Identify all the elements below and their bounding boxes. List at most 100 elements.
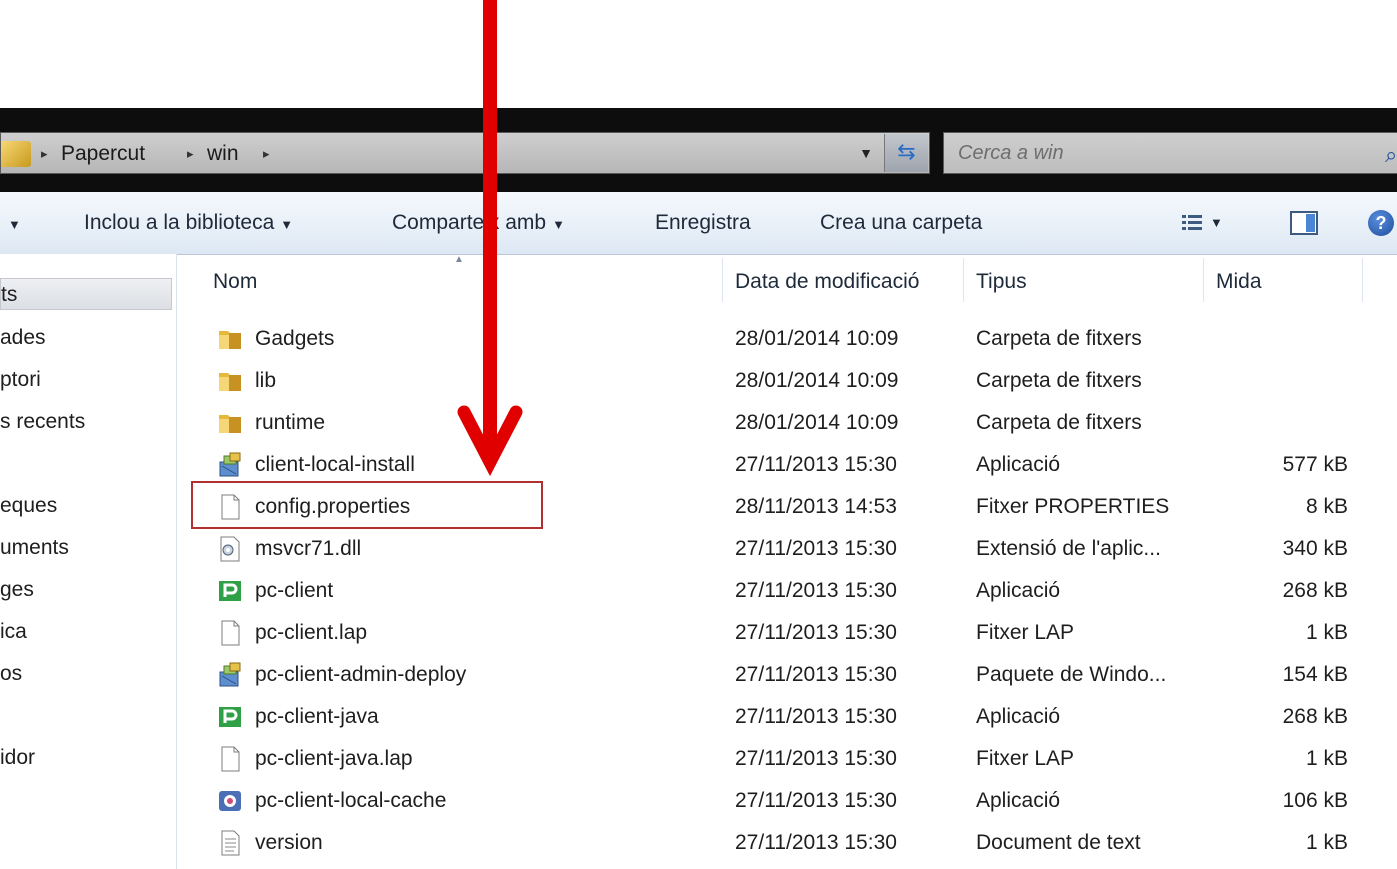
column-divider[interactable] (963, 258, 964, 302)
file-date: 27/11/2013 15:30 (735, 789, 897, 812)
file-size: 8 kB (1305, 495, 1348, 518)
papercut-app-icon (217, 578, 243, 604)
table-row[interactable]: pc-client-java 27/11/2013 15:30 Aplicació 2… (180, 696, 1380, 738)
text-file-icon (217, 830, 243, 856)
column-divider[interactable] (1203, 258, 1204, 302)
new-folder-button[interactable]: Crea una carpeta (820, 192, 982, 254)
file-type: Paquete de Windo... (976, 663, 1167, 686)
address-bar[interactable]: ▸ Papercut ▸ win ▸ (0, 132, 930, 174)
table-row[interactable]: runtime 28/01/2014 10:09 Carpeta de fitxer… (180, 402, 1380, 444)
file-name: Gadgets (255, 327, 335, 350)
file-name: version (255, 831, 323, 854)
nav-item-favorites[interactable]: ts (0, 278, 172, 310)
nav-item-computer[interactable]: idor (0, 742, 172, 774)
file-date: 27/11/2013 15:30 (735, 621, 897, 644)
file-name: pc-client-java (255, 705, 379, 728)
column-header-type[interactable]: Tipus (976, 262, 1027, 302)
cache-app-icon (217, 788, 243, 814)
view-options-dropdown[interactable]: ▼ (1210, 192, 1223, 254)
file-size: 340 kB (1282, 537, 1348, 560)
include-in-library-label: Inclou a la biblioteca (84, 211, 275, 234)
folder-icon (1, 141, 31, 167)
table-row[interactable]: pc-client.lap 27/11/2013 15:30 Fitxer LAP 1… (180, 612, 1380, 654)
table-row[interactable]: version 27/11/2013 15:30 Document de text 1… (180, 822, 1380, 864)
file-name: msvcr71.dll (255, 537, 362, 560)
column-header-date[interactable]: Data de modificació (735, 262, 919, 302)
chevron-down-icon: ▼ (8, 217, 21, 232)
search-placeholder: Cerca a win (958, 142, 1064, 164)
breadcrumb-win[interactable]: win (207, 133, 239, 175)
table-row[interactable]: Gadgets 28/01/2014 10:09 Carpeta de fitxer… (180, 318, 1380, 360)
folder-icon (217, 326, 243, 352)
nav-item-recent-places[interactable]: s recents (0, 406, 172, 438)
papercut-app-icon (217, 704, 243, 730)
file-type: Carpeta de fitxers (976, 327, 1142, 350)
file-date: 27/11/2013 15:30 (735, 831, 897, 854)
breadcrumb-separator[interactable]: ▸ (41, 133, 48, 175)
file-type: Aplicació (976, 579, 1061, 602)
folder-icon (217, 368, 243, 394)
share-with-button[interactable]: Comparteix amb ▼ (392, 192, 565, 254)
burn-button[interactable]: Enregistra (655, 192, 751, 254)
file-type: Aplicació (976, 453, 1061, 476)
table-row[interactable]: msvcr71.dll 27/11/2013 15:30 Extensió de l… (180, 528, 1380, 570)
column-divider[interactable] (1362, 258, 1363, 302)
file-size: 268 kB (1282, 705, 1348, 728)
file-type: Document de text (976, 831, 1141, 854)
nav-item-images[interactable]: ges (0, 574, 172, 606)
sort-ascending-icon: ▲ (454, 254, 464, 265)
table-row[interactable]: pc-client 27/11/2013 15:30 Aplicació 268 kB (180, 570, 1380, 612)
file-date: 27/11/2013 15:30 (735, 537, 897, 560)
file-name: client-local-install (255, 453, 415, 476)
breadcrumb-separator[interactable]: ▸ (263, 133, 270, 175)
table-row[interactable]: pc-client-java.lap 27/11/2013 15:30 Fitxer… (180, 738, 1380, 780)
chevron-down-icon: ▼ (552, 217, 565, 232)
chevron-down-icon: ▼ (280, 217, 294, 232)
include-in-library-button[interactable]: Inclou a la biblioteca ▼ (84, 192, 293, 254)
file-type: Carpeta de fitxers (976, 411, 1142, 434)
file-icon (217, 746, 243, 772)
file-name: pc-client.lap (255, 621, 368, 644)
file-type: Fitxer LAP (976, 747, 1075, 770)
installer-icon (217, 662, 243, 688)
file-icon (217, 620, 243, 646)
file-size: 106 kB (1282, 789, 1348, 812)
nav-item-music[interactable]: ica (0, 616, 172, 648)
search-icon[interactable]: ⌕ (1385, 142, 1397, 168)
column-divider[interactable] (722, 258, 723, 302)
folder-icon (217, 410, 243, 436)
file-name: pc-client (255, 579, 334, 602)
organize-dropdown[interactable]: ▼ (2, 192, 21, 254)
file-date: 27/11/2013 15:30 (735, 747, 897, 770)
dll-icon (217, 536, 243, 562)
view-options-icon[interactable] (1180, 210, 1204, 236)
file-name: lib (255, 369, 277, 392)
highlight-box (191, 481, 543, 529)
file-type: Aplicació (976, 705, 1061, 728)
table-row[interactable]: lib 28/01/2014 10:09 Carpeta de fitxers (180, 360, 1380, 402)
preview-pane-icon[interactable] (1290, 210, 1318, 236)
nav-item-downloads[interactable]: ades (0, 322, 172, 354)
column-header-name[interactable]: Nom (213, 262, 257, 302)
breadcrumb-papercut[interactable]: Papercut (61, 133, 145, 175)
file-date: 28/11/2013 14:53 (735, 495, 897, 518)
file-type: Fitxer LAP (976, 621, 1075, 644)
help-icon[interactable]: ? (1368, 210, 1394, 236)
address-history-dropdown[interactable]: ▼ (850, 134, 882, 172)
refresh-button[interactable]: ⇆ (884, 134, 928, 172)
nav-item-videos[interactable]: os (0, 658, 172, 690)
navigation-pane: ts ades ptori s recents eques uments ges… (0, 254, 177, 869)
file-size (1228, 402, 1348, 444)
table-row[interactable]: pc-client-local-cache 27/11/2013 15:30 Apl… (180, 780, 1380, 822)
file-name: pc-client-admin-deploy (255, 663, 467, 686)
table-row[interactable]: pc-client-admin-deploy 27/11/2013 15:30 Pa… (180, 654, 1380, 696)
breadcrumb-separator[interactable]: ▸ (187, 133, 194, 175)
nav-item-desktop[interactable]: ptori (0, 364, 172, 396)
file-size: 1 kB (1305, 621, 1348, 644)
nav-item-documents[interactable]: uments (0, 532, 172, 564)
table-row[interactable]: client-local-install 27/11/2013 15:30 Apli… (180, 444, 1380, 486)
nav-item-libraries[interactable]: eques (0, 490, 172, 522)
search-input[interactable]: Cerca a win (943, 132, 1397, 174)
file-name: pc-client-java.lap (255, 747, 413, 770)
column-header-size[interactable]: Mida (1216, 262, 1262, 302)
